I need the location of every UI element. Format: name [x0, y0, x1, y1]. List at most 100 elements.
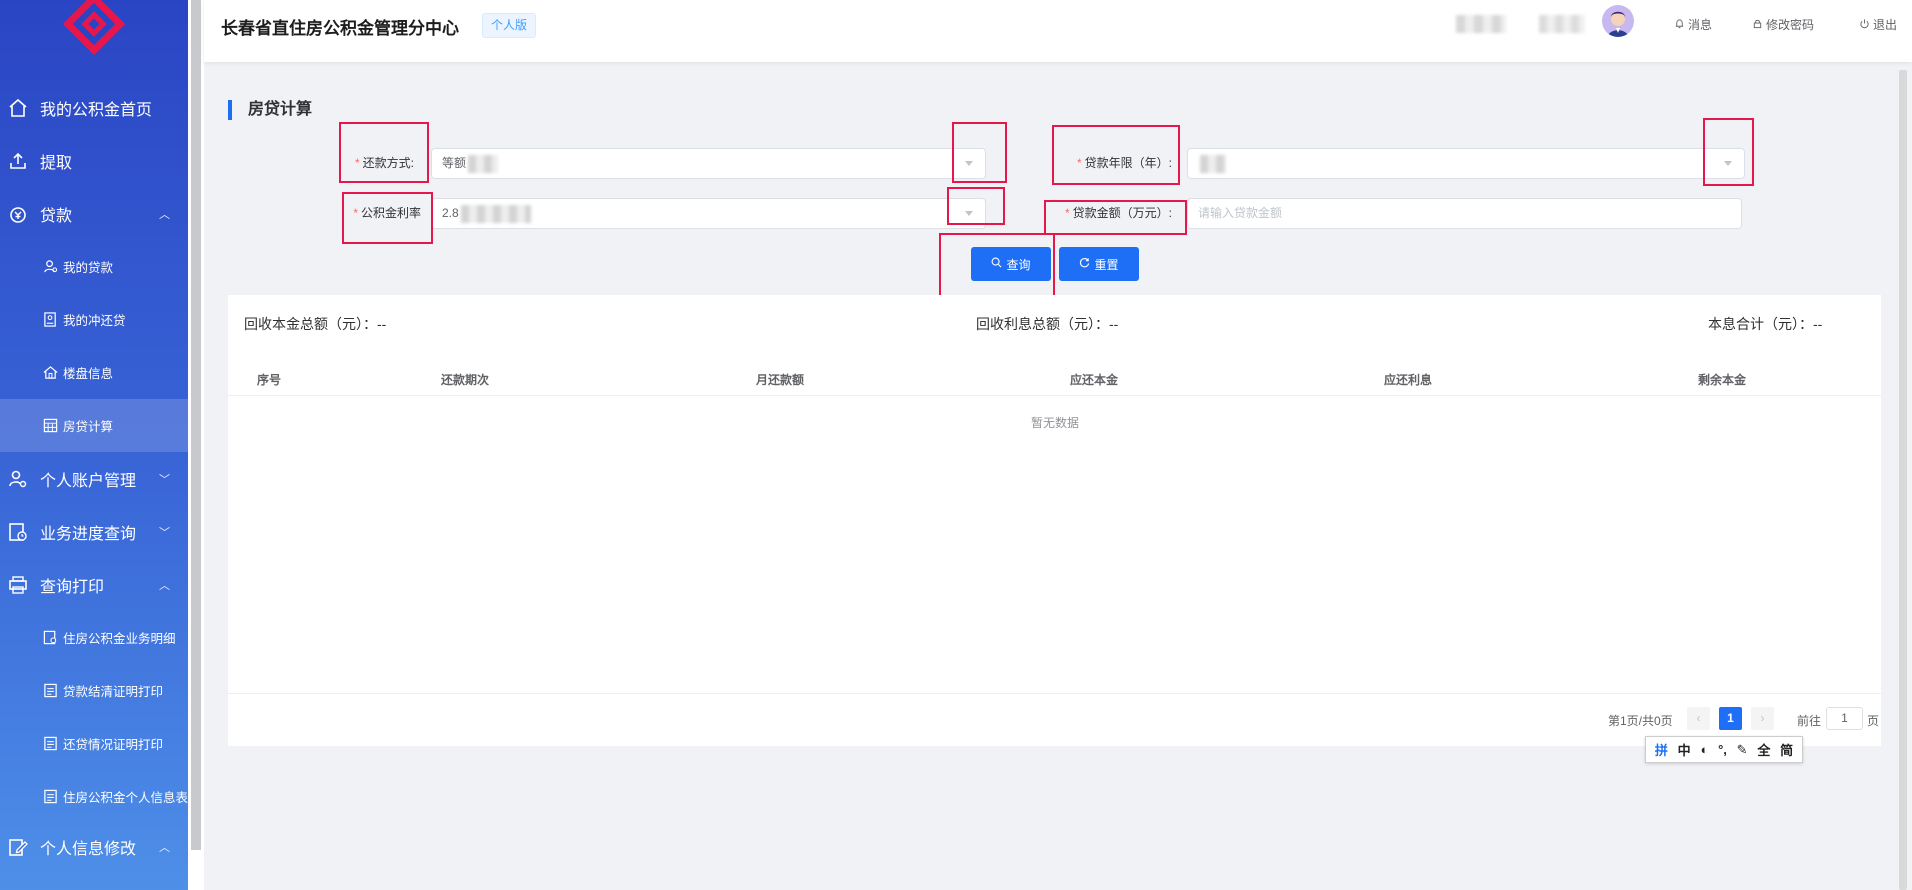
sidebar-scrollbar-thumb[interactable] [191, 0, 201, 850]
punctuation-icon[interactable]: °, [1718, 742, 1727, 757]
redacted-value [460, 204, 531, 223]
ime-chinese[interactable]: 中 [1678, 740, 1691, 759]
column-header: 应还利息 [1384, 373, 1433, 387]
sidebar-item-my-loan[interactable]: 我的贷款 [0, 240, 188, 293]
ime-simplified[interactable]: 简 [1780, 740, 1793, 759]
avatar[interactable] [1602, 5, 1634, 37]
moon-icon[interactable]: ◐ [1700, 742, 1708, 757]
sidebar-item-personal-info-sheet[interactable]: 住房公积金个人信息表 [0, 770, 188, 823]
sidebar-item-label: 查询打印 [40, 578, 105, 596]
logout-label: 退出 [1873, 18, 1898, 32]
power-icon [1859, 18, 1870, 32]
prev-page-button[interactable]: ‹ [1687, 707, 1710, 730]
total-summary: 本息合计（元）：-- [1708, 316, 1823, 332]
repayment-method-select[interactable]: 等额 [431, 148, 986, 179]
loan-amount-input[interactable]: 请输入贷款金额 [1187, 198, 1742, 229]
reset-button[interactable]: 重置 [1059, 247, 1139, 281]
page-info: 第1页/共0页 [1608, 714, 1673, 728]
sidebar-item-query-print[interactable]: 查询打印 ︿ [0, 558, 188, 611]
refresh-icon [1079, 257, 1090, 271]
interest-rate-select[interactable]: 2.8 [431, 198, 986, 229]
page-number-button[interactable]: 1 [1719, 707, 1742, 730]
printer-icon [8, 575, 28, 595]
column-header: 还款期次 [441, 373, 490, 387]
sidebar-item-label: 提取 [40, 154, 73, 172]
repayment-method-label: * 还款方式: [354, 156, 414, 170]
sidebar-item-business-detail[interactable]: 住房公积金业务明细 [0, 611, 188, 664]
sidebar-item-label: 贷款 [40, 207, 73, 225]
logo-icon [62, 0, 126, 56]
result-card [228, 295, 1881, 746]
loan-amount-label: * 贷款金额（万元）: [1064, 206, 1172, 220]
progress-icon [8, 522, 28, 542]
chevron-down-icon: ﹀ [159, 473, 170, 486]
change-password-label: 修改密码 [1766, 18, 1815, 32]
sidebar-item-loan-clear-print[interactable]: 贷款结清证明打印 [0, 664, 188, 717]
next-page-button[interactable]: › [1751, 707, 1774, 730]
ime-fullwidth[interactable]: 全 [1757, 740, 1770, 759]
change-password-link[interactable]: 修改密码 [1752, 16, 1814, 33]
interest-rate-value: 2.8 [442, 206, 459, 220]
empty-state-text: 暂无数据 [1030, 416, 1079, 430]
chevron-up-icon: ︿ [159, 579, 170, 592]
loan-term-label: * 贷款年限（年）: [1076, 156, 1172, 170]
sidebar-item-home[interactable]: 我的公积金首页 [0, 81, 188, 134]
logout-link[interactable]: 退出 [1859, 16, 1897, 33]
query-button-label: 查询 [1006, 257, 1031, 272]
ime-pinyin[interactable]: 拼 [1655, 740, 1668, 759]
sidebar-item-withdraw[interactable]: 提取 [0, 134, 188, 187]
home-icon [8, 98, 28, 118]
sidebar-item-label: 业务进度查询 [40, 525, 137, 543]
interest-rate-label: * 公积金利率 [353, 206, 421, 220]
lock-icon [1752, 18, 1763, 32]
chevron-down-icon [965, 161, 973, 166]
main-scrollbar[interactable] [1897, 70, 1909, 890]
interest-summary: 回收利息总额（元）：-- [976, 316, 1119, 332]
ime-toolbar[interactable]: 拼 中 ◐ °, ✎ 全 简 [1645, 736, 1803, 763]
edit-icon [8, 837, 28, 857]
sidebar-item-repay-status-print[interactable]: 还贷情况证明打印 [0, 717, 188, 770]
principal-summary: 回收本金总额（元）：-- [244, 316, 387, 332]
document-icon [42, 736, 58, 752]
sidebar-item-progress[interactable]: 业务进度查询 ﹀ [0, 505, 188, 558]
sidebar-item-property-info[interactable]: 楼盘信息 [0, 346, 188, 399]
table-header-divider [228, 395, 1881, 396]
document-user-icon [42, 312, 58, 328]
sidebar: 我的公积金首页 提取 贷款 ︿ 我的贷款 我的冲还贷 楼盘信息 房贷计算 个人账… [0, 0, 188, 890]
messages-link[interactable]: 消息 [1674, 16, 1712, 33]
chevron-up-icon: ︿ [159, 841, 170, 854]
upload-icon [8, 151, 28, 171]
money-icon [8, 204, 28, 224]
redacted-value [468, 154, 499, 173]
sidebar-item-mortgage-calc[interactable]: 房贷计算 [0, 399, 188, 452]
house-icon [42, 365, 58, 381]
chevron-down-icon: ﹀ [159, 526, 170, 539]
sidebar-item-label: 我的公积金首页 [40, 101, 153, 119]
messages-label: 消息 [1688, 18, 1713, 32]
sidebar-item-offset-repay[interactable]: 我的冲还贷 [0, 293, 188, 346]
calculator-icon [42, 418, 58, 434]
page-title: 长春省直住房公积金管理分中心 [221, 19, 459, 38]
user-coin-icon [42, 259, 58, 275]
main-scrollbar-thumb[interactable] [1899, 70, 1907, 890]
redacted-username [1456, 15, 1506, 33]
goto-label: 前往 [1797, 714, 1822, 728]
sidebar-scrollbar[interactable] [188, 0, 204, 890]
sidebar-item-label: 楼盘信息 [63, 367, 114, 381]
column-header: 月还款额 [756, 373, 805, 387]
loan-term-select[interactable] [1187, 148, 1745, 179]
sidebar-item-account-mgmt[interactable]: 个人账户管理 ﹀ [0, 452, 188, 505]
column-header: 序号 [257, 373, 282, 387]
sidebar-item-loan[interactable]: 贷款 ︿ [0, 187, 188, 240]
document-icon [42, 789, 58, 805]
document-search-icon [42, 630, 58, 646]
goto-page-input[interactable]: 1 [1826, 707, 1863, 730]
bell-icon [1674, 18, 1685, 32]
sidebar-item-label: 我的冲还贷 [63, 314, 126, 328]
search-icon [991, 257, 1002, 271]
chevron-down-icon [1724, 161, 1732, 166]
sidebar-item-edit-info[interactable]: 个人信息修改 ︿ [0, 820, 188, 873]
pen-icon[interactable]: ✎ [1737, 742, 1748, 758]
section-title: 房贷计算 [228, 100, 312, 120]
query-button[interactable]: 查询 [971, 247, 1051, 281]
